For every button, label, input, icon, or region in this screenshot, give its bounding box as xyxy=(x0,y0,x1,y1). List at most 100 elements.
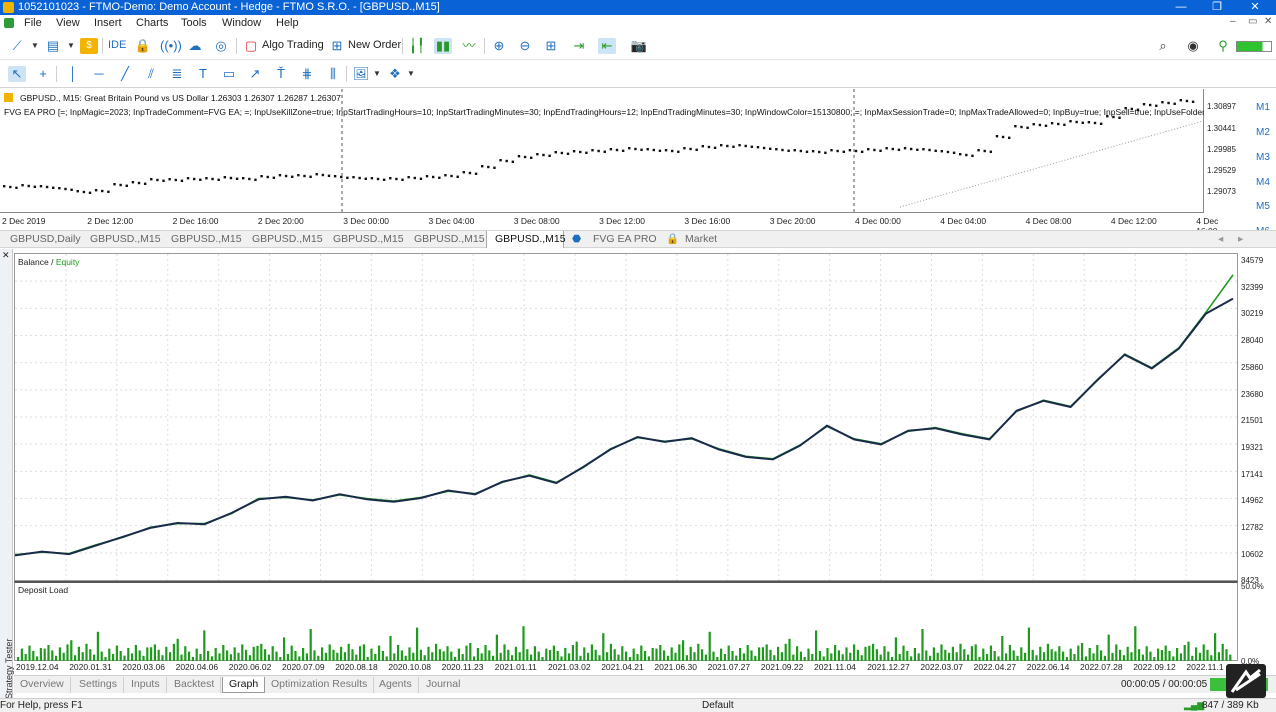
candle xyxy=(652,148,655,152)
tab-market[interactable]: Market xyxy=(685,231,735,248)
tab-gbpusd-m15[interactable]: GBPUSD.,M15 xyxy=(82,231,162,248)
menu-help[interactable]: Help xyxy=(276,17,299,29)
menu-view[interactable]: View xyxy=(56,17,80,29)
deposit-load-bar xyxy=(47,645,50,661)
menu-file[interactable]: File xyxy=(24,17,42,29)
channel-icon[interactable]: ⫽ xyxy=(142,66,160,82)
menu-insert[interactable]: Insert xyxy=(94,17,122,29)
crosshair-icon[interactable]: + xyxy=(34,66,52,82)
timeframe-m2[interactable]: M2 xyxy=(1256,127,1270,138)
account-icon[interactable]: ◉ xyxy=(1184,38,1202,54)
chart-type-icon[interactable]: ⟋ xyxy=(8,38,26,54)
tab-settings[interactable]: Settings xyxy=(73,677,124,693)
arrow-line-icon[interactable]: ↗ xyxy=(246,66,264,82)
deposit-load-bar xyxy=(131,653,134,661)
tab-gbpusd-m15-active[interactable]: GBPUSD.,M15 xyxy=(486,231,566,248)
tab-journal[interactable]: Journal xyxy=(420,677,466,693)
new-order-icon[interactable]: ⊞ xyxy=(328,38,346,54)
dollar-icon[interactable]: $ xyxy=(80,38,98,54)
indicators-icon[interactable]: ⫼ xyxy=(324,66,342,82)
signal-icon[interactable]: ((•)) xyxy=(160,38,182,54)
deposit-load-bar xyxy=(830,653,833,661)
lock-icon[interactable]: 🔒 xyxy=(134,38,152,54)
candle xyxy=(824,151,827,154)
templates-icon[interactable]: ▤ xyxy=(44,38,62,54)
cloud-icon[interactable]: ☁ xyxy=(186,38,204,54)
child-minimize-button[interactable]: – xyxy=(1230,16,1236,27)
tabs-scroll-right-icon[interactable]: ▸ xyxy=(1238,231,1248,248)
chevron-down-icon[interactable]: ▼ xyxy=(402,66,420,82)
screenshot-icon[interactable]: 📷 xyxy=(630,38,648,54)
bar-chart-icon[interactable]: ╽╿ xyxy=(408,38,426,54)
restore-button[interactable]: ❐ xyxy=(1202,0,1232,15)
tester-close-button[interactable]: ✕ xyxy=(2,250,10,261)
price-chart[interactable]: GBPUSD., M15: Great Britain Pound vs US … xyxy=(0,89,1225,213)
label-icon[interactable]: Ť xyxy=(272,66,290,82)
tab-gbpusd-m15[interactable]: GBPUSD.,M15 xyxy=(163,231,243,248)
date-label: 2022.04.27 xyxy=(973,662,1017,672)
timeframe-m1[interactable]: M1 xyxy=(1256,102,1270,113)
candle xyxy=(750,145,754,148)
new-order-button[interactable]: New Order xyxy=(348,39,401,51)
candle xyxy=(848,149,852,152)
date-label: 2022.11.1 xyxy=(1186,662,1224,672)
tab-agents[interactable]: Agents xyxy=(373,677,419,693)
algo-trading-icon[interactable]: ▢ xyxy=(242,38,260,54)
candle xyxy=(284,174,288,178)
fibonacci-icon[interactable]: ≣ xyxy=(168,66,186,82)
algo-trading-button[interactable]: Algo Trading xyxy=(262,39,324,51)
deposit-load-bar xyxy=(169,652,172,661)
menu-charts[interactable]: Charts xyxy=(136,17,168,29)
grid-icon[interactable]: ⊞ xyxy=(542,38,560,54)
text-icon[interactable]: T xyxy=(194,66,212,82)
vertical-line-icon[interactable]: │ xyxy=(64,66,82,82)
child-close-button[interactable]: ✕ xyxy=(1264,16,1272,27)
chart-shift-icon[interactable]: ⇤ xyxy=(598,38,616,54)
candle xyxy=(45,185,49,189)
zoom-out-icon[interactable]: ⊖ xyxy=(516,38,534,54)
candle xyxy=(174,178,177,182)
chevron-down-icon[interactable]: ▼ xyxy=(368,66,386,82)
deposit-load-bar xyxy=(936,652,939,661)
candle xyxy=(223,176,227,179)
close-button[interactable]: ✕ xyxy=(1240,0,1270,15)
child-restore-button[interactable]: ▭ xyxy=(1248,16,1257,27)
candlestick-icon[interactable]: ▮▮ xyxy=(434,38,452,54)
tab-optimization-results[interactable]: Optimization Results xyxy=(265,677,375,693)
tab-inputs[interactable]: Inputs xyxy=(125,677,167,693)
minimize-button[interactable]: — xyxy=(1166,0,1196,15)
chevron-down-icon[interactable]: ▼ xyxy=(26,38,44,54)
trend-line-icon[interactable]: ╱ xyxy=(116,66,134,82)
tab-gbpusd-m15[interactable]: GBPUSD.,M15 xyxy=(325,231,405,248)
gann-icon[interactable]: ⋕ xyxy=(298,66,316,82)
tab-fvg-ea-pro[interactable]: FVG EA PRO xyxy=(593,231,667,248)
tab-overview[interactable]: Overview xyxy=(14,677,71,693)
tabs-scroll-left-icon[interactable]: ◂ xyxy=(1218,231,1228,248)
line-chart-icon[interactable]: 〰 xyxy=(460,38,478,54)
tab-gbpusd-daily[interactable]: GBPUSD,Daily xyxy=(2,231,81,248)
chevron-down-icon[interactable]: ▼ xyxy=(62,38,80,54)
zoom-in-icon[interactable]: ⊕ xyxy=(490,38,508,54)
horizontal-line-icon[interactable]: ─ xyxy=(90,66,108,82)
deposit-load-bar xyxy=(397,645,400,661)
tab-gbpusd-m15[interactable]: GBPUSD.,M15 xyxy=(244,231,324,248)
candle xyxy=(474,172,478,175)
autoscroll-icon[interactable]: ⇥ xyxy=(570,38,588,54)
candle xyxy=(707,145,711,149)
menu-tools[interactable]: Tools xyxy=(181,17,207,29)
timeframe-m3[interactable]: M3 xyxy=(1256,152,1270,163)
ide-button[interactable]: IDE xyxy=(108,39,126,51)
search-icon[interactable]: ⌕ xyxy=(1154,38,1172,54)
vps-icon[interactable]: ◎ xyxy=(212,38,230,54)
menu-window[interactable]: Window xyxy=(222,17,261,29)
tab-gbpusd-m15[interactable]: GBPUSD.,M15 xyxy=(406,231,486,248)
timeframe-m4[interactable]: M4 xyxy=(1256,177,1270,188)
cursor-icon[interactable]: ↖ xyxy=(8,66,26,82)
rectangle-icon[interactable]: ▭ xyxy=(220,66,238,82)
deposit-load-bar xyxy=(58,647,61,661)
tab-backtest[interactable]: Backtest xyxy=(168,677,222,693)
tab-graph[interactable]: Graph xyxy=(222,677,266,693)
timeframe-m5[interactable]: M5 xyxy=(1256,201,1270,212)
candle xyxy=(1014,125,1017,128)
candle xyxy=(983,149,986,153)
